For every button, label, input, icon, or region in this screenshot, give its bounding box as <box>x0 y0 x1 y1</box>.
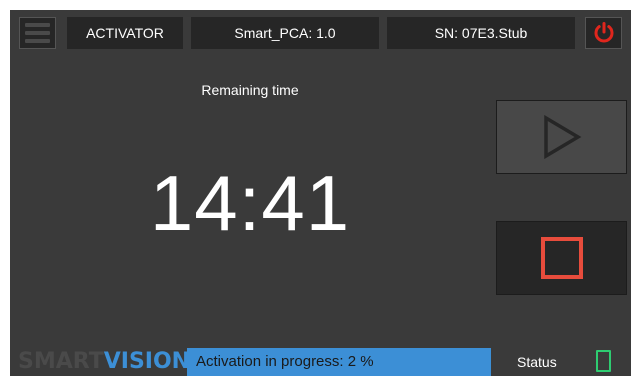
app-window: ACTIVATOR Smart_PCA: 1.0 SN: 07E3.Stub R… <box>10 10 631 376</box>
hamburger-menu-icon <box>25 23 50 43</box>
logo-vision-text: VISION <box>103 348 191 374</box>
play-button[interactable] <box>496 100 627 174</box>
smartvision-logo: SMART VISION <box>18 348 190 374</box>
header-bar: ACTIVATOR Smart_PCA: 1.0 SN: 07E3.Stub <box>10 10 631 58</box>
serial-number-label: SN: 07E3.Stub <box>387 17 575 49</box>
play-icon <box>543 115 581 159</box>
status-label: Status <box>517 354 557 370</box>
stop-button[interactable] <box>496 221 627 295</box>
progress-text: Activation in progress: 2 % <box>196 353 374 370</box>
footer-bar: SMART VISION Activation in progress: 2 % … <box>10 345 631 376</box>
activation-progress-bar: Activation in progress: 2 % <box>187 348 491 376</box>
remaining-time-label: Remaining time <box>201 82 299 98</box>
device-version-label: Smart_PCA: 1.0 <box>191 17 379 49</box>
logo-smart-text: SMART <box>18 348 104 374</box>
device-status-icon <box>596 350 611 372</box>
menu-button[interactable] <box>19 17 56 49</box>
power-button[interactable] <box>585 17 622 49</box>
countdown-timer: 14:41 <box>149 159 351 247</box>
stop-icon <box>540 237 583 279</box>
power-icon <box>594 22 613 43</box>
app-name-label: ACTIVATOR <box>67 17 183 49</box>
